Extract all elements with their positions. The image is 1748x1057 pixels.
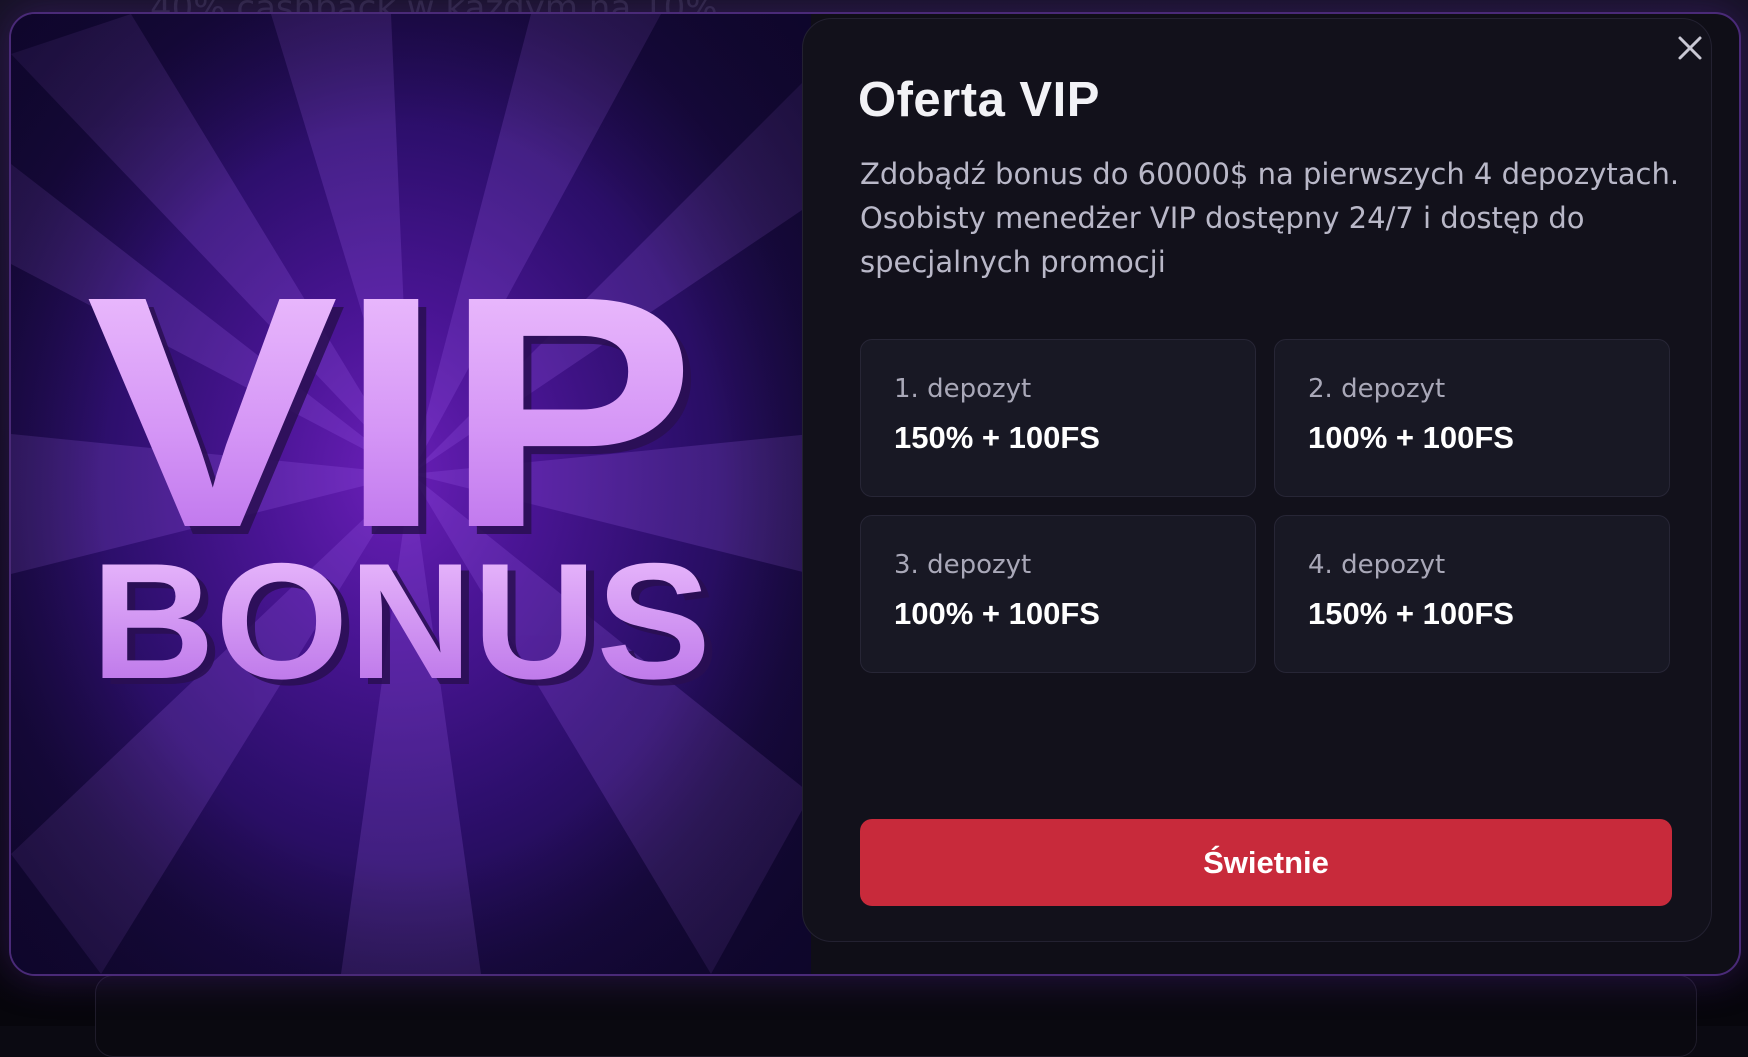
background-card [95,975,1697,1057]
vip-bonus-artwork: VIP BONUS VIP BONUS [11,14,811,974]
deposit-label: 1. depozyt [894,374,1032,404]
modal-description: Zdobądź bonus do 60000$ na pierwszych 4 … [860,157,1680,279]
deposit-tile-3[interactable]: 3. depozyt 100% + 100FS [860,515,1256,673]
deposit-tile-4[interactable]: 4. depozyt 150% + 100FS [1274,515,1670,673]
deposit-label: 3. depozyt [894,550,1032,580]
deposit-value: 150% + 100FS [894,420,1100,455]
vip-bonus-banner: VIP BONUS VIP BONUS [11,14,811,974]
close-button[interactable] [1670,28,1710,68]
deposit-label: 4. depozyt [1308,550,1446,580]
deposit-label: 2. depozyt [1308,374,1446,404]
confirm-button[interactable]: Świetnie [860,819,1672,906]
deposit-value: 150% + 100FS [1308,596,1514,631]
deposit-tile-2[interactable]: 2. depozyt 100% + 100FS [1274,339,1670,497]
deposit-tile-1[interactable]: 1. depozyt 150% + 100FS [860,339,1256,497]
deposit-value: 100% + 100FS [894,596,1100,631]
deposit-value: 100% + 100FS [1308,420,1514,455]
modal-title: Oferta VIP [858,73,1100,127]
close-icon [1678,36,1702,60]
bonus-text: BONUS [91,529,711,713]
